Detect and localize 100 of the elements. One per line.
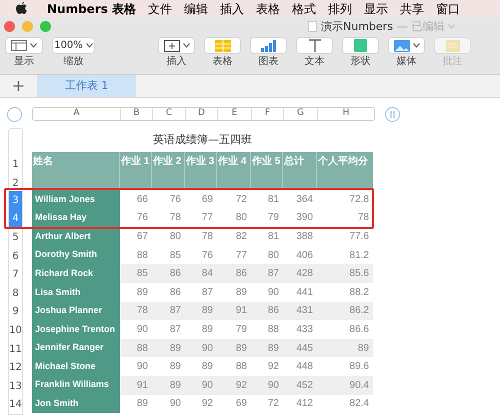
apple-logo-icon[interactable] <box>16 2 27 15</box>
menu-item[interactable]: 表格 <box>256 0 280 18</box>
column-header[interactable]: G <box>284 108 318 120</box>
column-header[interactable]: F <box>252 108 284 120</box>
row-number[interactable]: 2 <box>9 176 22 191</box>
table-cell-text: 90 <box>136 360 149 374</box>
row-number[interactable]: 8 <box>9 284 22 303</box>
table-cell-text: 80 <box>266 248 280 263</box>
table-cell-text: 85.6 <box>348 267 370 282</box>
app-menu[interactable]: Numbers 表格 <box>47 0 136 18</box>
table-cell-text: 77.6 <box>348 230 370 244</box>
row-number[interactable]: 14 <box>9 396 22 414</box>
table-cell-text: 69 <box>234 397 248 412</box>
row-number[interactable]: 6 <box>9 246 22 266</box>
table-cell-text: 89 <box>200 360 214 374</box>
table-cell-text: 77 <box>234 248 248 263</box>
table-cell-text: 89 <box>200 304 214 318</box>
name-cell: Josephine Trenton <box>32 320 120 339</box>
toolbar-sidebar-button[interactable] <box>5 37 43 54</box>
table-cell-text: 85 <box>136 267 149 282</box>
toolbar-label: 缩放 <box>64 57 84 67</box>
table-cell-text: 89.6 <box>348 360 370 374</box>
table-cell-text: 79 <box>234 322 248 337</box>
toolbar-label: 表格 <box>212 57 232 67</box>
toolbar-insert-button[interactable] <box>158 37 195 54</box>
menu-item[interactable]: 文件 <box>148 0 172 18</box>
toolbar-label: 显示 <box>14 57 34 67</box>
table-cell-text: 79 <box>266 211 280 226</box>
toolbar-shape-button[interactable] <box>342 37 379 54</box>
table-cell-text: 82 <box>234 230 248 244</box>
add-sheet-button[interactable]: + <box>0 75 37 97</box>
toolbar-text-button[interactable] <box>296 37 333 54</box>
menu-item[interactable]: 共享 <box>400 0 424 18</box>
toolbar-media-button[interactable] <box>388 37 425 54</box>
select-table-button[interactable] <box>7 106 22 122</box>
table-cell-text: 87 <box>168 322 182 337</box>
menu-item[interactable]: 插入 <box>220 0 244 18</box>
table-cell-text: 81 <box>266 230 280 244</box>
table-cell-text: 72.8 <box>348 192 370 207</box>
table-cell-text: 90 <box>266 286 280 300</box>
column-header[interactable]: C <box>153 108 186 120</box>
table-cell-text: 388 <box>295 230 314 244</box>
column-handle-button[interactable] <box>385 106 400 122</box>
menu-item[interactable]: 窗口 <box>436 0 460 18</box>
toolbar-zoom-button[interactable]: 100% <box>52 37 95 54</box>
edit-status: — 已编辑 <box>396 21 444 32</box>
toolbar-label: 媒体 <box>396 57 416 67</box>
name-cell: Franklin Williams <box>32 376 120 395</box>
row-number[interactable]: 10 <box>9 321 22 340</box>
table-cell-text: 87 <box>266 267 280 282</box>
menu-item[interactable]: 编辑 <box>184 0 208 18</box>
row-number[interactable]: 11 <box>9 340 22 358</box>
table-cell-text: 89 <box>168 360 182 374</box>
row-number[interactable]: 7 <box>9 265 22 284</box>
name-cell: Richard Rock <box>32 264 120 283</box>
table-cell-text: 428 <box>295 267 314 282</box>
row-number[interactable]: 5 <box>9 228 22 247</box>
table-cell-text: 78 <box>168 211 182 226</box>
square-icon <box>354 39 367 52</box>
table-cell-text: 448 <box>295 360 314 374</box>
table-cell-text: 441 <box>295 286 314 300</box>
column-header[interactable]: H <box>318 108 374 120</box>
table-cell-text: 82.4 <box>348 397 370 412</box>
menu-item[interactable]: 显示 <box>364 0 388 18</box>
table-cell-text: 78 <box>356 211 370 226</box>
column-header[interactable]: B <box>121 108 153 120</box>
zoom-window-button[interactable] <box>40 21 51 32</box>
bar-chart-icon <box>260 40 276 52</box>
close-window-button[interactable] <box>4 21 15 32</box>
table-cell-text: 90 <box>136 322 149 337</box>
handle-icon <box>390 110 395 118</box>
column-header[interactable]: D <box>186 108 218 120</box>
table-cell-text: 88 <box>136 342 149 356</box>
name-cell: Joshua Planner <box>32 302 120 320</box>
table-cell-text: 86 <box>266 304 280 318</box>
row-number[interactable]: 13 <box>9 376 22 396</box>
table-cell-text: 91 <box>234 304 248 318</box>
table-cell-text: 90 <box>200 378 214 393</box>
row-number[interactable]: 12 <box>9 358 22 377</box>
table-cell-text: 80 <box>168 230 182 244</box>
table-cell-text: 90 <box>200 342 214 356</box>
minimize-window-button[interactable] <box>22 21 33 32</box>
row-number[interactable]: 1 <box>9 153 22 176</box>
sidebar-icon <box>11 40 27 51</box>
column-header[interactable]: A <box>33 108 121 120</box>
table-cell-text: 72 <box>234 192 248 207</box>
menu-item[interactable]: 排列 <box>328 0 352 18</box>
name-cell: Michael Stone <box>32 357 120 376</box>
table-cell-text: 88.2 <box>348 286 370 300</box>
table-cell-text: 390 <box>295 211 314 226</box>
toolbar-table-button[interactable] <box>204 37 241 54</box>
name-cell: Melissa Hay <box>32 208 120 228</box>
toolbar-chart-button[interactable] <box>250 37 287 54</box>
column-header[interactable]: E <box>218 108 252 120</box>
row-number[interactable]: 9 <box>9 302 22 322</box>
menu-item[interactable]: 格式 <box>292 0 316 18</box>
header-cell-text: 个人平均分 <box>317 154 369 169</box>
name-cell: Dorothy Smith <box>32 246 120 264</box>
toolbar-label: 图表 <box>258 57 278 67</box>
chevron-icon[interactable] <box>448 24 456 29</box>
